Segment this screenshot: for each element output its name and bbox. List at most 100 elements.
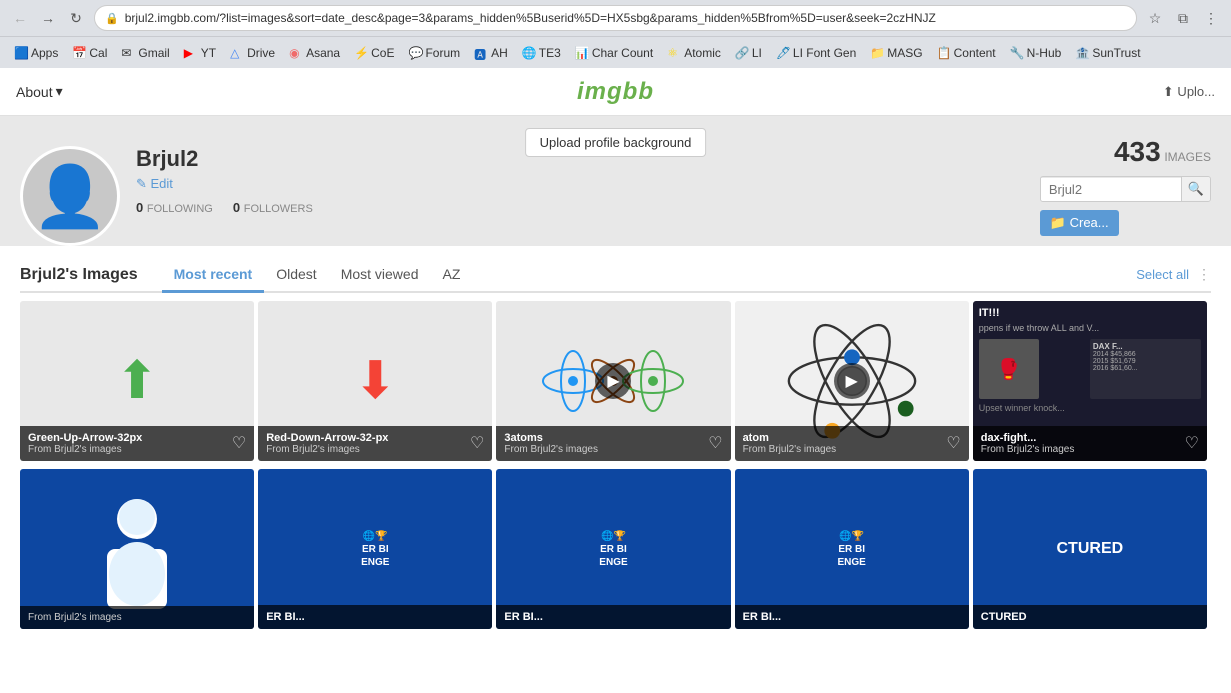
section-title: Brjul2's Images: [20, 266, 138, 284]
bookmark-asana[interactable]: ◉ Asana: [283, 43, 346, 63]
bookmark-atomic-label: Atomic: [684, 46, 721, 60]
heart-icon-4[interactable]: ♡: [1185, 433, 1199, 453]
bookmark-atomic[interactable]: ⚛ Atomic: [661, 43, 727, 63]
dax-table-header: DAX F...: [1093, 342, 1198, 351]
bookmark-charcount-label: Char Count: [592, 46, 653, 60]
dax-table: DAX F... 2014 $45,866 2015 $51,679 2016 …: [1090, 339, 1201, 399]
image-tile-3atoms[interactable]: ▶ 3atoms From Brjul2's images ♡: [496, 301, 730, 461]
bookmark-forum-label: Forum: [425, 46, 460, 60]
heart-icon-3[interactable]: ♡: [946, 433, 960, 453]
tile-name-green-arrow: Green-Up-Arrow-32px: [28, 432, 246, 444]
dax-thumb-icon: 🥊: [996, 357, 1021, 382]
bookmark-drive[interactable]: △ Drive: [224, 43, 281, 63]
tile-source-atom: From Brjul2's images: [743, 444, 961, 455]
upload-button-nav[interactable]: ⬆ Uplo...: [1163, 84, 1215, 100]
bookmark-coe[interactable]: ⚡ CoE: [348, 43, 400, 63]
tile-caption-bi-1: ER BI...: [258, 605, 492, 629]
heart-icon-0[interactable]: ♡: [232, 433, 246, 453]
extensions-button[interactable]: ⧉: [1171, 6, 1195, 30]
tile-name-bi-3: ER BI...: [743, 611, 961, 623]
images-section: Brjul2's Images Most recent Oldest Most …: [0, 246, 1231, 637]
menu-button[interactable]: ⋮: [1199, 6, 1223, 30]
upload-profile-background-button[interactable]: Upload profile background: [525, 128, 707, 157]
bookmark-button[interactable]: ☆: [1143, 6, 1167, 30]
bi-text-1: 🌐🏆ER BIENGE: [361, 530, 389, 569]
tab-most-recent[interactable]: Most recent: [162, 258, 265, 293]
heart-icon-2[interactable]: ♡: [708, 433, 722, 453]
image-tile-bi-3[interactable]: 🌐🏆ER BIENGE ER BI...: [735, 469, 969, 629]
bookmark-content[interactable]: 📋 Content: [931, 43, 1002, 63]
more-options-icon[interactable]: ⋮: [1197, 266, 1211, 283]
image-tile-atom[interactable]: ▶ atom From Brjul2's images ♡: [735, 301, 969, 461]
tile-caption-green-arrow: Green-Up-Arrow-32px From Brjul2's images: [20, 426, 254, 461]
bookmark-suntrust[interactable]: 🏦 SunTrust: [1069, 43, 1146, 63]
bookmark-li-font-gen[interactable]: 🖊 LI Font Gen: [770, 43, 862, 63]
play-button-3atoms[interactable]: ▶: [595, 363, 631, 399]
back-button[interactable]: ←: [8, 6, 32, 30]
images-count: 433: [1114, 136, 1161, 167]
dax-table-row1: 2014 $45,866: [1093, 351, 1198, 358]
tile-name-atom: atom: [743, 432, 961, 444]
browser-actions: ☆ ⧉ ⋮: [1143, 6, 1223, 30]
bookmark-li[interactable]: 🔗 LI: [729, 43, 768, 63]
tab-most-viewed[interactable]: Most viewed: [329, 258, 431, 293]
bookmark-content-label: Content: [954, 46, 996, 60]
tile-source-3atoms: From Brjul2's images: [504, 444, 722, 455]
arrow-down-icon: ⬇: [353, 355, 397, 407]
following-count: 0: [136, 200, 143, 215]
play-button-atom[interactable]: ▶: [834, 363, 870, 399]
bookmark-charcount[interactable]: 📊 Char Count: [569, 43, 659, 63]
search-box: 🔍: [1040, 176, 1211, 202]
address-bar[interactable]: 🔒 brjul2.imgbb.com/?list=images&sort=dat…: [94, 5, 1137, 31]
tile-image-person-blue: [20, 469, 254, 629]
te3-icon: 🌐: [522, 46, 536, 60]
li-icon: 🔗: [735, 46, 749, 60]
image-tile-red-arrow[interactable]: ⬇ Red-Down-Arrow-32-px From Brjul2's ima…: [258, 301, 492, 461]
suntrust-icon: 🏦: [1075, 46, 1089, 60]
heart-icon-1[interactable]: ♡: [470, 433, 484, 453]
tile-caption-ctured: CTURED: [973, 605, 1207, 629]
site-title: imgbb: [577, 78, 654, 106]
bookmark-ah[interactable]: 🅰 AH: [468, 43, 514, 63]
bookmark-forum[interactable]: 💬 Forum: [402, 43, 466, 63]
bookmark-masg[interactable]: 📁 MASG: [864, 43, 928, 63]
bookmark-nhub[interactable]: 🔧 N-Hub: [1004, 43, 1068, 63]
bookmark-gmail[interactable]: ✉ Gmail: [115, 43, 175, 63]
bookmark-yt[interactable]: ▶ YT: [178, 43, 222, 63]
images-grid-row1: ⬆ Green-Up-Arrow-32px From Brjul2's imag…: [20, 293, 1211, 469]
bookmark-apps-label: Apps: [31, 46, 58, 60]
reload-button[interactable]: ↻: [64, 6, 88, 30]
select-all-button[interactable]: Select all: [1136, 267, 1189, 282]
bookmark-ah-label: AH: [491, 46, 508, 60]
create-album-button[interactable]: 📁 Crea...: [1040, 210, 1119, 236]
forward-button[interactable]: →: [36, 6, 60, 30]
avatar-icon: 👤: [33, 161, 108, 232]
image-tile-green-arrow[interactable]: ⬆ Green-Up-Arrow-32px From Brjul2's imag…: [20, 301, 254, 461]
tile-source-green-arrow: From Brjul2's images: [28, 444, 246, 455]
search-icon: 🔍: [1181, 177, 1210, 201]
bookmark-cal[interactable]: 📅 Cal: [66, 43, 113, 63]
image-tile-person-blue[interactable]: From Brjul2's images: [20, 469, 254, 629]
image-tile-bi-2[interactable]: 🌐🏆ER BIENGE ER BI...: [496, 469, 730, 629]
bookmark-li-label: LI: [752, 46, 762, 60]
nav-right: ⬆ Uplo...: [1163, 84, 1215, 100]
avatar: 👤: [20, 146, 120, 246]
search-input[interactable]: [1041, 178, 1181, 201]
bookmark-te3[interactable]: 🌐 TE3: [516, 43, 567, 63]
followers-stat: 0 FOLLOWERS: [233, 200, 313, 215]
tab-az[interactable]: AZ: [431, 258, 473, 293]
image-tile-dax[interactable]: IT!!! ppens if we throw ALL and V... 🥊 D…: [973, 301, 1207, 461]
tab-oldest[interactable]: Oldest: [264, 258, 328, 293]
tile-caption-bi-2: ER BI...: [496, 605, 730, 629]
image-tile-bi-1[interactable]: 🌐🏆ER BIENGE ER BI...: [258, 469, 492, 629]
image-tile-ctured[interactable]: CTURED CTURED: [973, 469, 1207, 629]
tile-caption-atom: atom From Brjul2's images: [735, 426, 969, 461]
tile-name-red-arrow: Red-Down-Arrow-32-px: [266, 432, 484, 444]
bookmark-asana-label: Asana: [306, 46, 340, 60]
bookmark-li-font-gen-label: LI Font Gen: [793, 46, 856, 60]
following-label: FOLLOWING: [147, 203, 213, 215]
bookmark-apps[interactable]: 🟦 Apps: [8, 43, 64, 63]
apps-icon: 🟦: [14, 46, 28, 60]
about-menu[interactable]: About ▾: [16, 83, 63, 100]
dax-table-row2: 2015 $51,679: [1093, 358, 1198, 365]
